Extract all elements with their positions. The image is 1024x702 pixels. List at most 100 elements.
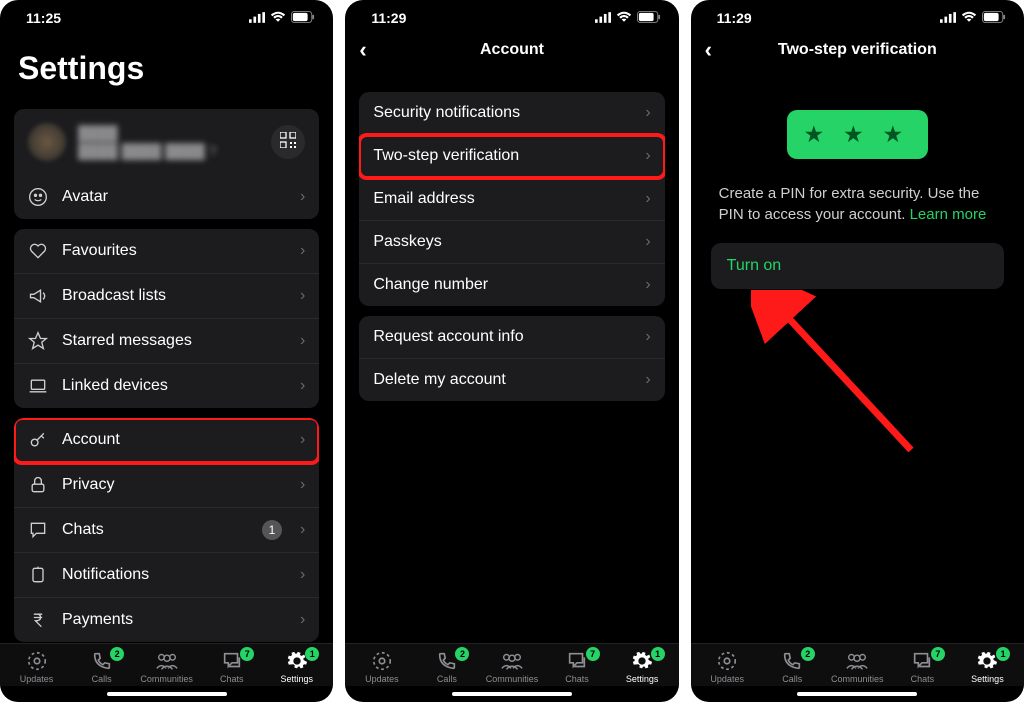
chevron-right-icon: › (645, 371, 650, 389)
communities-icon (845, 650, 869, 672)
status-bar: 11:29 (691, 0, 1024, 30)
profile-row[interactable]: ████████ ████ ████ ? (14, 109, 319, 175)
chevron-right-icon: › (645, 104, 650, 122)
wifi-icon (961, 10, 977, 26)
nav-header: ‹ Two-step verification (691, 30, 1024, 70)
account-content: Security notifications › Two-step verifi… (345, 70, 678, 643)
two-step-content: ★ ★ ★ Create a PIN for extra security. U… (691, 70, 1024, 643)
updates-icon (25, 650, 49, 672)
privacy-row[interactable]: Privacy › (14, 463, 319, 508)
nav-header: ‹ Account (345, 30, 678, 70)
starred-row[interactable]: Starred messages › (14, 319, 319, 364)
tab-communities[interactable]: Communities (479, 650, 544, 684)
status-icons (249, 10, 315, 26)
wifi-icon (270, 10, 286, 26)
bell-icon (28, 565, 48, 585)
tab-settings[interactable]: 1 Settings (264, 650, 329, 684)
tab-chats[interactable]: 7 Chats (199, 650, 264, 684)
communities-icon (500, 650, 524, 672)
chevron-right-icon: › (645, 233, 650, 251)
chevron-right-icon: › (300, 332, 305, 350)
tab-updates[interactable]: Updates (4, 650, 69, 684)
tab-communities[interactable]: Communities (825, 650, 890, 684)
chevron-right-icon: › (645, 276, 650, 294)
chevron-right-icon: › (300, 566, 305, 584)
updates-icon (370, 650, 394, 672)
chats-badge: 7 (240, 647, 254, 661)
back-button[interactable]: ‹ (705, 37, 712, 63)
tab-chats[interactable]: 7 Chats (545, 650, 610, 684)
chevron-right-icon: › (300, 242, 305, 260)
broadcast-row[interactable]: Broadcast lists › (14, 274, 319, 319)
tab-bar: Updates 2 Calls Communities 7 Chats 1 Se… (345, 643, 678, 686)
delete-account-row[interactable]: Delete my account › (359, 359, 664, 401)
chats-badge: 1 (262, 520, 282, 540)
chevron-right-icon: › (300, 611, 305, 629)
account-group: Account › Privacy › Chats 1 › Notificati… (14, 418, 319, 642)
tab-calls[interactable]: 2 Calls (414, 650, 479, 684)
favourites-row[interactable]: Favourites › (14, 229, 319, 274)
avatar-icon (28, 187, 48, 207)
chevron-right-icon: › (645, 147, 650, 165)
tab-updates[interactable]: Updates (695, 650, 760, 684)
chevron-right-icon: › (300, 188, 305, 206)
status-icons (595, 10, 661, 26)
home-indicator (107, 692, 227, 696)
communities-icon (155, 650, 179, 672)
tab-settings[interactable]: 1 Settings (610, 650, 675, 684)
phone-two-step: 11:29 ‹ Two-step verification ★ ★ ★ Crea… (691, 0, 1024, 702)
status-bar: 11:29 (345, 0, 678, 30)
settings-badge: 1 (305, 647, 319, 661)
chevron-right-icon: › (300, 476, 305, 494)
linked-devices-row[interactable]: Linked devices › (14, 364, 319, 408)
phone-settings: 11:25 Settings ████████ ████ ████ ? Avat… (0, 0, 333, 702)
avatar-row[interactable]: Avatar › (14, 175, 319, 219)
tab-calls[interactable]: 2 Calls (69, 650, 134, 684)
tab-settings[interactable]: 1 Settings (955, 650, 1020, 684)
laptop-icon (28, 376, 48, 396)
chats-row[interactable]: Chats 1 › (14, 508, 319, 553)
tab-calls[interactable]: 2 Calls (760, 650, 825, 684)
status-icons (940, 10, 1006, 26)
security-row[interactable]: Security notifications › (359, 92, 664, 135)
qr-button[interactable] (271, 125, 305, 159)
account-row[interactable]: Account › (14, 418, 319, 463)
chevron-right-icon: › (645, 328, 650, 346)
tab-bar: Updates 2 Calls Communities 7 Chats 1 Se… (691, 643, 1024, 686)
account-group-1: Security notifications › Two-step verifi… (359, 92, 664, 306)
back-button[interactable]: ‹ (359, 37, 366, 63)
signal-icon (249, 10, 265, 26)
payments-row[interactable]: Payments › (14, 598, 319, 642)
chevron-right-icon: › (300, 287, 305, 305)
avatar-label: Avatar (62, 188, 286, 206)
rupee-icon (28, 610, 48, 630)
tab-chats[interactable]: 7 Chats (890, 650, 955, 684)
page-title: Settings (0, 30, 333, 99)
avatar (28, 123, 66, 161)
turn-on-button[interactable]: Turn on (711, 243, 1004, 289)
home-indicator (452, 692, 572, 696)
tab-updates[interactable]: Updates (349, 650, 414, 684)
tab-communities[interactable]: Communities (134, 650, 199, 684)
passkeys-row[interactable]: Passkeys › (359, 221, 664, 264)
phone-account: 11:29 ‹ Account Security notifications ›… (345, 0, 678, 702)
email-row[interactable]: Email address › (359, 178, 664, 221)
notifications-row[interactable]: Notifications › (14, 553, 319, 598)
request-info-row[interactable]: Request account info › (359, 316, 664, 359)
star-icon (28, 331, 48, 351)
change-number-row[interactable]: Change number › (359, 264, 664, 306)
updates-icon (715, 650, 739, 672)
heart-icon (28, 241, 48, 261)
learn-more-link[interactable]: Learn more (910, 206, 987, 223)
chevron-right-icon: › (300, 377, 305, 395)
battery-icon (982, 10, 1006, 26)
qr-icon (280, 132, 296, 153)
status-time: 11:29 (371, 10, 406, 26)
megaphone-icon (28, 286, 48, 306)
account-group-2: Request account info › Delete my account… (359, 316, 664, 401)
description-text: Create a PIN for extra security. Use the… (701, 183, 1014, 243)
two-step-row[interactable]: Two-step verification › (359, 135, 664, 178)
chevron-right-icon: › (300, 431, 305, 449)
nav-title: Account (480, 41, 544, 59)
tab-bar: Updates 2 Calls Communities 7 Chats 1 Se… (0, 643, 333, 686)
